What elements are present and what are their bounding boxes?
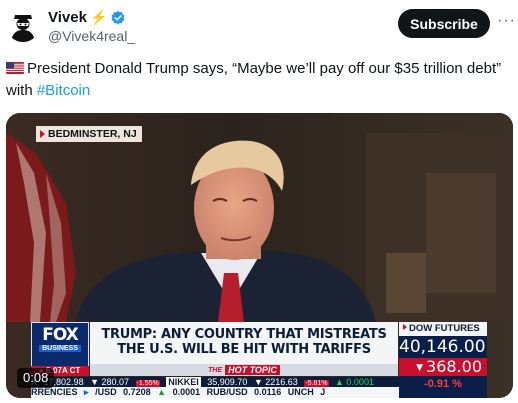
news-lower-third: FOX BUSINESS ▸ 6:07A CT TRUMP: ANY COUNT…	[6, 322, 513, 398]
lightning-icon: ⚡	[89, 9, 108, 25]
ticker-item: ▼ 2216.63	[253, 377, 298, 387]
dow-futures-box: DOW FUTURES 40,146.00 ▼ 368.00 -0.91 %	[399, 322, 487, 398]
dow-label-text: DOW FUTURES	[409, 323, 480, 334]
ticker-item: -5.81%	[304, 380, 329, 387]
ticker-item: /USD	[95, 387, 117, 397]
headline-line-2: THE U.S. WILL BE HIT WITH TARIFFS	[117, 342, 371, 357]
subscribe-button[interactable]: Subscribe	[398, 9, 490, 38]
video-player[interactable]: BEDMINSTER, NJ FOX BUSINESS ▸ 6:07A CT T…	[6, 113, 513, 398]
play-triangle-icon	[40, 130, 45, 138]
hot-topic-bar: THE HOT TOPIC	[90, 364, 398, 376]
logo-sub: BUSINESS	[39, 345, 81, 352]
ticker-item: 35,909.70	[207, 377, 248, 387]
ticker-item: -1.55%	[135, 380, 160, 387]
ticker-item: ▸	[84, 387, 89, 397]
location-text: BEDMINSTER, NJ	[48, 128, 137, 140]
ticker-item: NIKKEI	[166, 377, 201, 387]
logo-word: FOX	[42, 325, 79, 345]
dow-percent: -0.91 %	[424, 378, 462, 390]
location-tag: BEDMINSTER, NJ	[36, 126, 142, 142]
ticker-item: ▲ 0.0001	[335, 377, 374, 387]
ticker-item: 0.0116	[254, 387, 282, 397]
ticker-row-2: RRENCIES ▸ /USD 0.7208 ▲ 0.0001 RUB/USD …	[31, 387, 399, 398]
us-flag-icon	[6, 62, 24, 74]
headline-line-1: TRUMP: ANY COUNTRY THAT MISTREATS	[101, 327, 387, 342]
ticker-item: RRENCIES	[31, 387, 78, 397]
ticker-row-1: X 17,802.98 ▼ 280.07 -1.55% NIKKEI 35,90…	[31, 377, 399, 387]
play-triangle-icon	[403, 324, 407, 330]
avatar[interactable]	[6, 8, 40, 42]
dow-label: DOW FUTURES	[399, 322, 487, 336]
author-name-row[interactable]: Vivek ⚡	[48, 9, 126, 26]
ticker-item: ▲	[157, 387, 167, 397]
down-arrow-icon: ▼	[416, 363, 424, 373]
chyron-headline: TRUMP: ANY COUNTRY THAT MISTREATS THE U.…	[90, 322, 398, 364]
author-handle[interactable]: @Vivek4real_	[48, 28, 135, 44]
video-timestamp: 0:08	[17, 368, 55, 388]
ticker-item: RUB/USD	[206, 387, 248, 397]
display-name[interactable]: Vivek	[48, 9, 87, 26]
tweet-text: President Donald Trump says, “Maybe we’l…	[6, 58, 511, 102]
dow-change-value: 368.00	[426, 357, 482, 376]
ticker-item: ▼ 280.07	[90, 377, 130, 387]
dow-value: 40,146.00	[399, 337, 486, 357]
ticker-item: 0.7208	[123, 387, 151, 397]
ticker-item: 0.0001	[172, 387, 201, 397]
ticker-item: J	[320, 387, 326, 397]
verified-badge-icon	[111, 10, 125, 25]
more-options-icon[interactable]: ···	[497, 12, 516, 30]
hashtag-link[interactable]: #Bitcoin	[37, 82, 90, 99]
tweet-header: Vivek ⚡ @Vivek4real_ Subscribe ···	[0, 0, 518, 52]
hot-topic-label: HOT TOPIC	[225, 365, 280, 375]
hot-the: THE	[208, 366, 223, 374]
ticker-item: UNCH	[287, 387, 314, 397]
dow-change: ▼ 368.00	[399, 358, 487, 376]
